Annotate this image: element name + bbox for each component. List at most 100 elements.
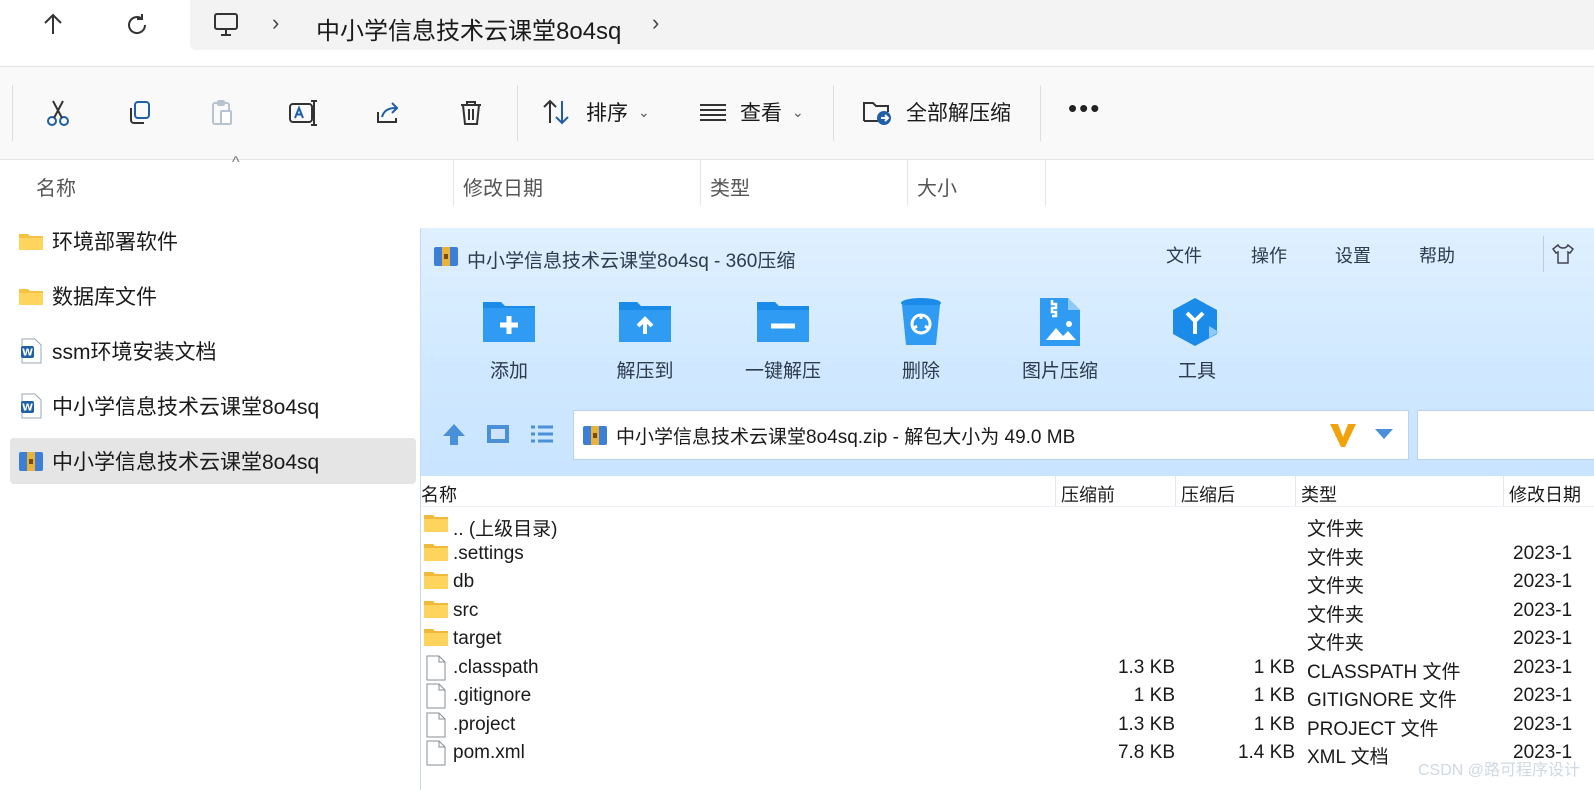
one-click-extract-button[interactable]: 一键解压 [723,296,843,383]
column-header-size[interactable]: 大小 [917,172,957,201]
list-item[interactable]: W ssm环境安装文档 [10,328,416,374]
table-row[interactable]: .settings 文件夹 2023-1 [421,541,1594,569]
file-name: 数据库文件 [52,286,157,309]
menu-settings[interactable]: 设置 [1335,242,1371,268]
refresh-icon [128,14,147,34]
archiver-window: 中小学信息技术云课堂8o4sq - 360压缩 文件 操作 设置 帮助 添加 解… [420,228,1594,790]
tool-label: 一键解压 [744,361,821,382]
entry-size-after: 1.4 KB [1237,742,1295,763]
entry-date: 2023-1 [1513,714,1573,735]
copy-button[interactable] [112,85,168,141]
chevron-right-icon[interactable]: › [652,10,659,36]
divider [1055,476,1056,506]
tools-button[interactable]: 工具 [1137,296,1257,383]
delete-button[interactable] [443,85,499,141]
file-icon [425,683,447,715]
divider [1040,85,1041,141]
divider [1045,160,1046,206]
entry-type: 文件夹 [1307,548,1365,569]
folder-icon [18,231,44,251]
entry-name: src [453,600,479,621]
delete-button[interactable]: 删除 [861,296,981,383]
archive-search-input[interactable] [1417,410,1594,460]
refresh-button[interactable] [114,2,160,48]
column-header-date[interactable]: 修改日期 [1509,481,1581,507]
entry-type: CLASSPATH 文件 [1307,662,1461,683]
rename-button[interactable] [276,85,332,141]
word-doc-icon: W [18,393,44,419]
entry-type: 文件夹 [1307,576,1365,597]
tools-hex-icon [1173,298,1219,346]
breadcrumb-current[interactable]: 中小学信息技术云课堂8o4sq [316,11,621,46]
table-row[interactable]: .classpath 1.3 KB 1 KB CLASSPATH 文件 2023… [421,655,1594,683]
column-header-name[interactable]: 名称 [421,481,457,507]
menu-file[interactable]: 文件 [1166,242,1202,268]
divider [517,85,518,141]
dropdown-triangle-icon[interactable] [1374,427,1394,441]
entry-name: .settings [453,543,524,564]
divider [1175,476,1176,506]
one-click-extract-icon [757,302,809,342]
recycle-bin-icon [901,298,941,345]
extract-to-button[interactable]: 解压到 [585,296,705,383]
entry-date: 2023-1 [1513,600,1573,621]
folder-icon [423,598,449,626]
table-row[interactable]: .project 1.3 KB 1 KB PROJECT 文件 2023-1 [421,712,1594,740]
column-header-type[interactable]: 类型 [1301,481,1337,507]
entry-name: .gitignore [453,685,532,706]
file-name: ssm环境安装文档 [52,341,217,364]
add-button[interactable]: 添加 [449,296,569,383]
cut-button[interactable] [30,85,86,141]
archive-path-text: 中小学信息技术云课堂8o4sq.zip - 解包大小为 49.0 MB [616,426,1076,448]
zip-archive-icon [434,247,458,266]
share-button[interactable] [360,85,416,141]
divider [1295,476,1296,506]
entry-size-before: 7.8 KB [1117,742,1175,763]
sort-label: 排序 [586,102,628,125]
tool-label: 删除 [901,361,940,382]
column-header-type[interactable]: 类型 [710,172,750,201]
more-options-button[interactable]: ••• [1068,93,1101,124]
entry-name: .. (上级目录) [453,519,558,540]
folder-icon [423,541,449,569]
verified-v-icon [1330,424,1356,447]
list-item[interactable]: W 中小学信息技术云课堂8o4sq [10,383,416,429]
menu-operation[interactable]: 操作 [1251,242,1287,268]
entry-type: 文件夹 [1307,519,1365,540]
thumbnail-view-icon[interactable] [485,422,511,446]
up-arrow-icon [44,13,62,34]
table-row[interactable]: target 文件夹 2023-1 [421,626,1594,654]
list-item[interactable]: 数据库文件 [10,273,416,319]
list-item[interactable]: 环境部署软件 [10,218,416,264]
table-row[interactable]: db 文件夹 2023-1 [421,569,1594,597]
table-row[interactable]: src 文件夹 2023-1 [421,598,1594,626]
entry-size-before: 1.3 KB [1117,714,1175,735]
skin-shirt-icon[interactable] [1551,242,1575,266]
entry-type: GITIGNORE 文件 [1307,690,1457,711]
paste-button[interactable] [194,85,250,141]
menu-help[interactable]: 帮助 [1419,242,1455,268]
image-compress-button[interactable]: 图片压缩 [1000,296,1120,383]
column-header-before[interactable]: 压缩前 [1061,481,1115,507]
trash-icon [461,101,481,125]
file-name: 中小学信息技术云课堂8o4sq [52,451,320,474]
column-header-after[interactable]: 压缩后 [1181,481,1235,507]
up-arrow-button[interactable] [30,2,76,48]
address-bar[interactable]: › 中小学信息技术云课堂8o4sq › [190,0,1594,50]
sort-button[interactable]: 排序 ⌄ [540,97,650,127]
view-lines-icon [700,104,726,121]
parent-folder-arrow-icon[interactable] [441,422,467,446]
sort-arrows-icon [543,99,569,125]
watermark: CSDN @路可程序设计 [1417,762,1580,779]
list-item-selected[interactable]: 中小学信息技术云课堂8o4sq [10,438,416,484]
extract-all-button[interactable]: 全部解压缩 [862,97,1011,127]
table-row[interactable]: .. (上级目录) 文件夹 [421,512,1594,540]
column-header-modified[interactable]: 修改日期 [463,172,543,201]
list-view-icon[interactable] [529,422,555,446]
folder-icon [423,569,449,597]
view-button[interactable]: 查看 ⌄ [698,97,804,127]
table-row[interactable]: .gitignore 1 KB 1 KB GITIGNORE 文件 2023-1 [421,683,1594,711]
entry-size-after: 1 KB [1253,657,1295,678]
column-header-name[interactable]: 名称 [36,172,76,201]
archive-path-bar[interactable]: 中小学信息技术云课堂8o4sq.zip - 解包大小为 49.0 MB [573,410,1409,460]
